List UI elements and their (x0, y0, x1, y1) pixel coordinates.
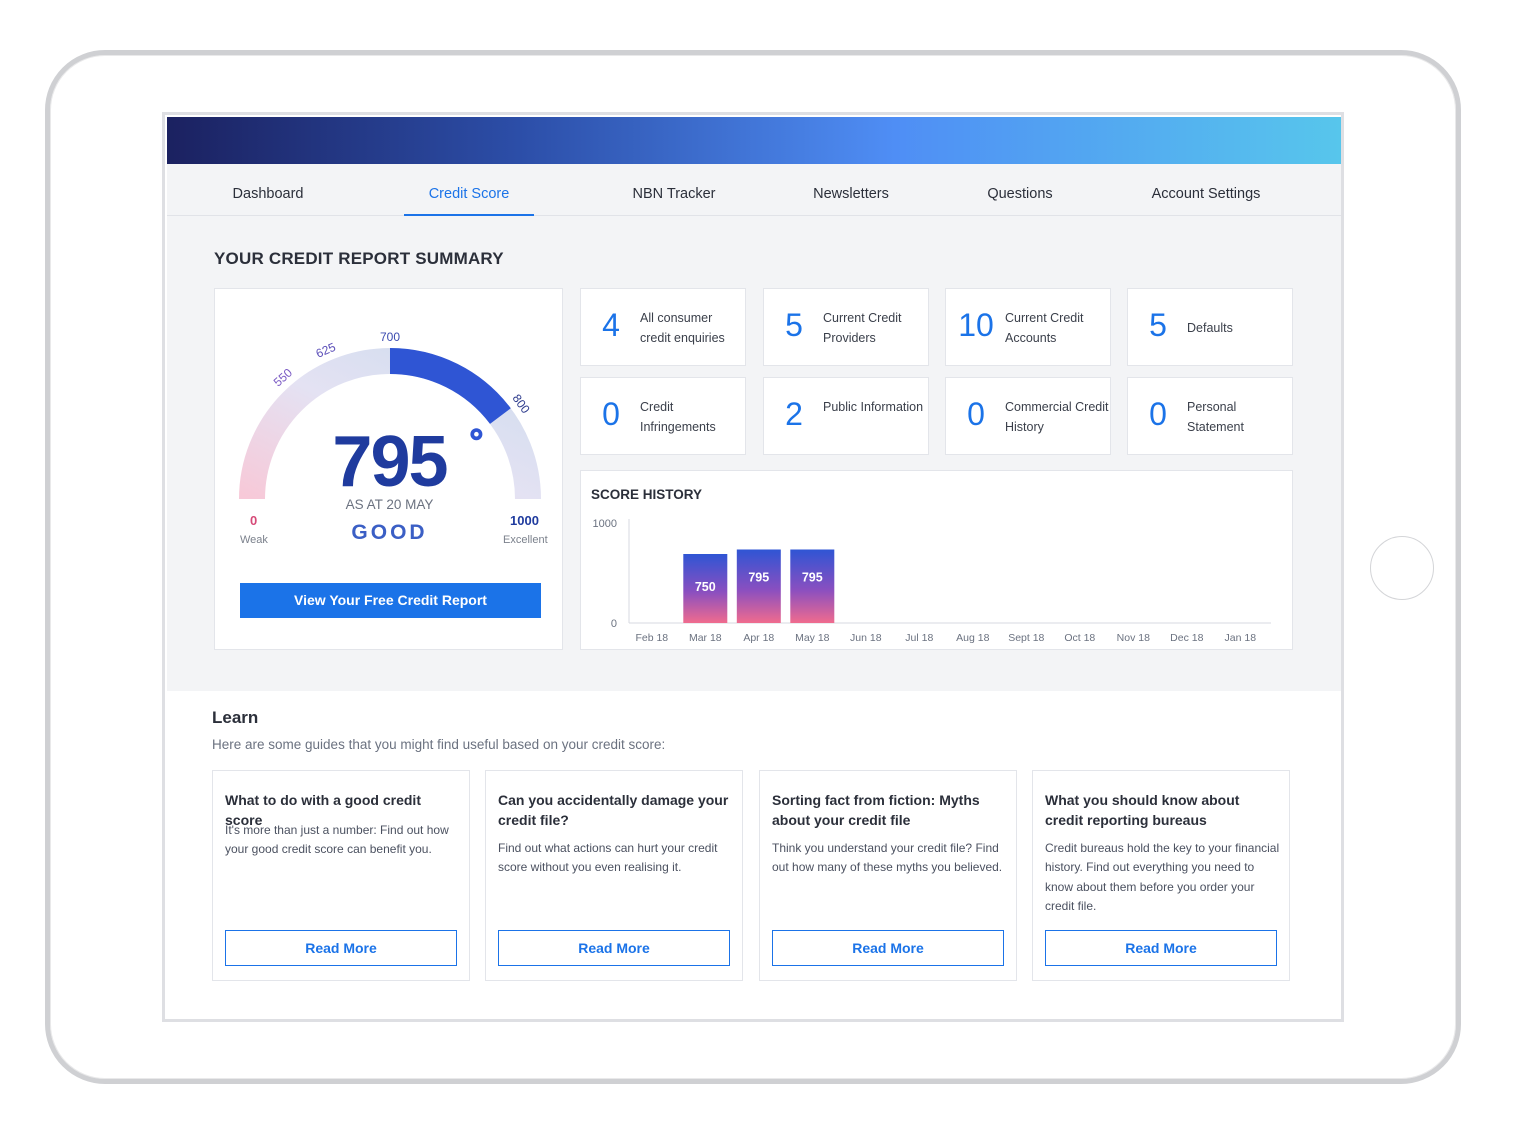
stat-label: Personal Statement (1187, 400, 1244, 434)
x-tick-label: Nov 18 (1117, 632, 1150, 644)
stat-label: Current Credit Providers (823, 311, 902, 345)
y-tick-label: 0 (611, 618, 617, 630)
stat-credit-accounts: 10 Current Credit Accounts (945, 288, 1111, 366)
guide-title: What you should know about credit report… (1045, 792, 1240, 828)
guide-body: It's more than just a number: Find out h… (225, 823, 449, 857)
guide-title: Can you accidentally damage your credit … (498, 792, 729, 828)
summary-section: YOUR CREDIT REPORT SUMMARY 550 625 700 8… (167, 216, 1341, 691)
tab-newsletters[interactable]: Newsletters (808, 164, 894, 216)
score-history-chart: 1000 0 Feb 18 Mar 18 750 Apr 18 795 May 18 795 Ju… (593, 518, 1271, 644)
stat-personal-statement: 0 Personal Statement (1127, 377, 1293, 455)
read-more-button[interactable]: Read More (225, 930, 457, 966)
x-tick-label: Mar 18 (689, 632, 722, 644)
gauge-tick-label: 700 (380, 330, 400, 344)
guide-body: Credit bureaus hold the key to your fina… (1045, 841, 1280, 913)
score-bar (736, 549, 781, 623)
header-banner (167, 117, 1341, 164)
x-tick-label: Sept 18 (1008, 632, 1044, 644)
gauge-score-fill (389, 347, 511, 425)
guide-card: Sorting fact from fiction: Myths about y… (759, 770, 1017, 981)
stat-defaults: 5 Defaults (1127, 288, 1293, 366)
learn-title: Learn (212, 708, 259, 727)
stat-credit-infringements: 0 Credit Infringements (580, 377, 746, 455)
tab-account-settings[interactable]: Account Settings (1148, 164, 1264, 216)
x-tick-label: Oct 18 (1064, 632, 1095, 644)
stat-label: Current Credit Accounts (1005, 311, 1084, 345)
guide-card: What to do with a good credit score It's… (212, 770, 470, 981)
gauge-max-value: 1000 (510, 513, 539, 528)
stat-value: 0 (602, 396, 620, 432)
stat-value: 2 (785, 396, 803, 432)
stat-label: All consumer credit enquiries (640, 311, 725, 345)
x-tick-label: Dec 18 (1170, 632, 1203, 644)
guide-card: What you should know about credit report… (1032, 770, 1290, 981)
learn-subtitle: Here are some guides that you might find… (212, 737, 666, 752)
x-tick-label: May 18 (795, 632, 830, 644)
bar-value-label: 750 (695, 580, 716, 594)
stat-label: Public Information (823, 400, 924, 414)
tab-dashboard[interactable]: Dashboard (229, 164, 307, 216)
stat-value: 10 (958, 307, 994, 343)
score-history-card: SCORE HISTORY 1000 0 Feb 18 Mar 18 750 Apr 18… (580, 470, 1293, 650)
x-tick-label: Feb 18 (635, 632, 668, 644)
stat-label: Credit Infringements (640, 400, 716, 434)
read-more-button[interactable]: Read More (772, 930, 1004, 966)
x-tick-label: Jan 18 (1225, 632, 1257, 644)
bar-value-label: 795 (802, 571, 823, 585)
stat-value: 0 (967, 396, 985, 432)
y-tick-label: 1000 (593, 518, 617, 530)
stat-value: 4 (602, 307, 620, 343)
main-nav: Dashboard Credit Score NBN Tracker Newsl… (167, 164, 1341, 216)
stat-label: Commercial Credit History (1005, 400, 1109, 434)
guide-body: Find out what actions can hurt your cred… (498, 841, 718, 875)
guide-card: Can you accidentally damage your credit … (485, 770, 743, 981)
read-more-button[interactable]: Read More (498, 930, 730, 966)
app-screen: Dashboard Credit Score NBN Tracker Newsl… (162, 112, 1344, 1022)
x-tick-label: Jun 18 (850, 632, 882, 644)
tab-credit-score[interactable]: Credit Score (404, 164, 534, 216)
gauge-max-label: Excellent (503, 534, 548, 546)
gauge-min-label: Weak (240, 534, 268, 546)
gauge-min-value: 0 (250, 513, 258, 528)
stat-label: Defaults (1187, 321, 1233, 335)
x-tick-label: Aug 18 (956, 632, 989, 644)
stat-value: 0 (1149, 396, 1167, 432)
x-tick-label: Jul 18 (905, 632, 933, 644)
tab-nbn-tracker[interactable]: NBN Tracker (629, 164, 719, 216)
stat-credit-enquiries: 4 All consumer credit enquiries (580, 288, 746, 366)
tab-questions[interactable]: Questions (984, 164, 1056, 216)
guide-title: Sorting fact from fiction: Myths about y… (772, 792, 980, 828)
gauge-tick-label: 625 (314, 340, 338, 361)
bar-value-label: 795 (748, 571, 769, 585)
read-more-button[interactable]: Read More (1045, 930, 1277, 966)
stat-public-information: 2 Public Information (763, 377, 929, 455)
stat-value: 5 (1149, 307, 1167, 343)
credit-score-gauge-card: 550 625 700 800 795 AS AT 20 MAY GOOD 0 … (214, 288, 563, 650)
view-credit-report-button[interactable]: View Your Free Credit Report (240, 583, 541, 618)
score-date: AS AT 20 MAY (345, 497, 434, 512)
credit-score-value: 795 (332, 422, 448, 502)
guide-body: Think you understand your credit file? F… (772, 841, 1003, 875)
section-title: YOUR CREDIT REPORT SUMMARY (214, 249, 504, 268)
x-tick-label: Apr 18 (743, 632, 774, 644)
stat-commercial-credit-history: 0 Commercial Credit History (945, 377, 1111, 455)
stat-credit-providers: 5 Current Credit Providers (763, 288, 929, 366)
score-bar (790, 549, 835, 623)
stat-value: 5 (785, 307, 803, 343)
home-button[interactable] (1370, 536, 1434, 600)
